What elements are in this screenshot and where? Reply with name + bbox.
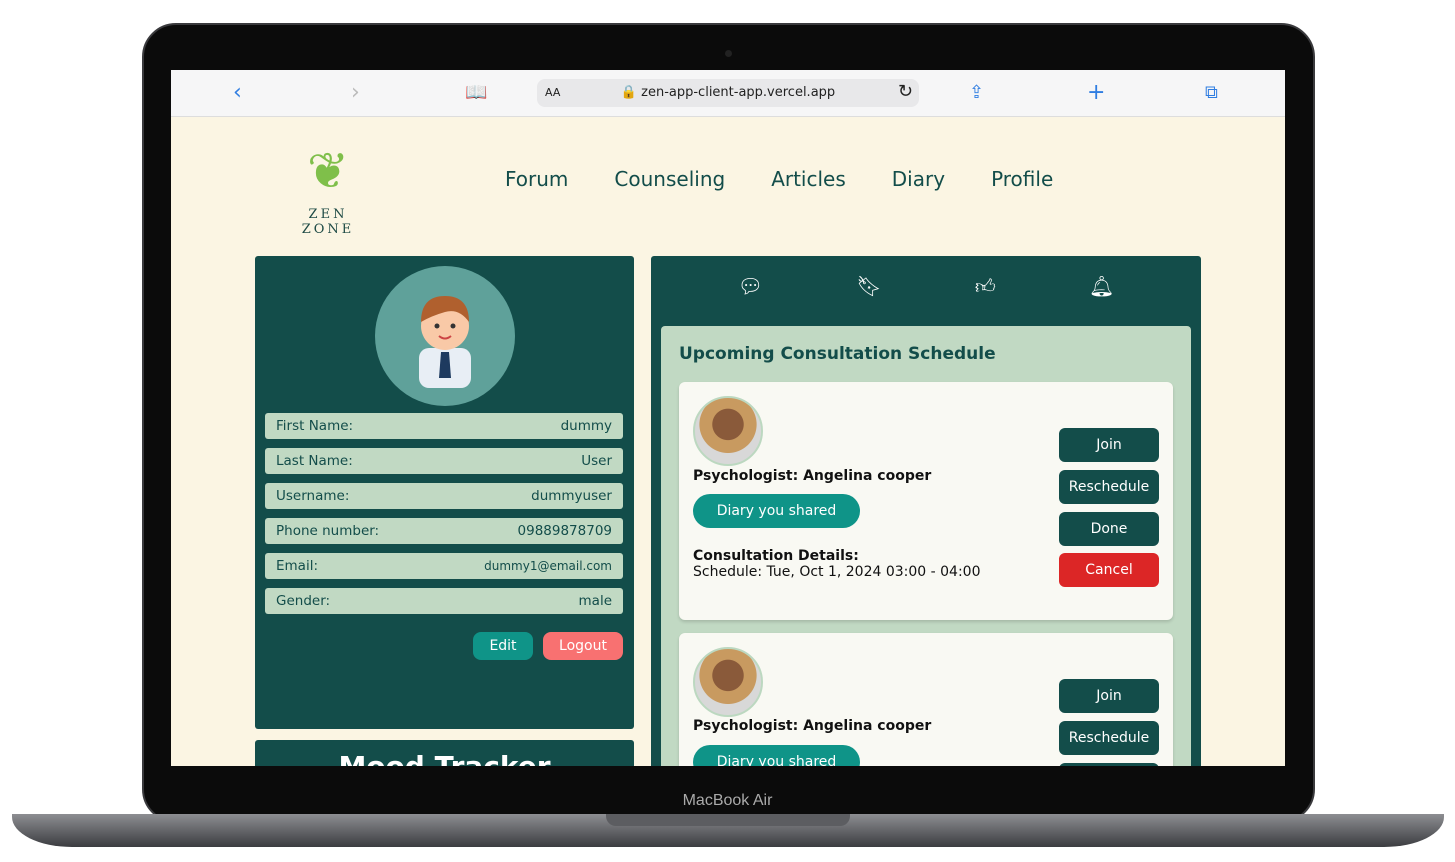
schedule-time: Schedule: Tue, Oct 1, 2024 03:00 - 04:00 bbox=[693, 564, 981, 580]
psychologist-photo bbox=[693, 647, 763, 717]
field-label: First Name: bbox=[276, 418, 354, 434]
field-gender: Gender: male bbox=[265, 588, 623, 614]
psychologist-name: Psychologist: Angelina cooper bbox=[693, 468, 932, 484]
field-label: Last Name: bbox=[276, 453, 353, 469]
field-first-name: First Name: dummy bbox=[265, 413, 623, 439]
cancel-button[interactable]: Cancel bbox=[1059, 553, 1159, 587]
bookmark-icon[interactable]: 🔖︎ bbox=[856, 274, 881, 299]
diary-shared-button[interactable]: Diary you shared bbox=[693, 494, 860, 528]
field-label: Phone number: bbox=[276, 523, 380, 539]
field-value: male bbox=[578, 593, 612, 609]
back-icon[interactable]: ‹ bbox=[233, 80, 242, 105]
reschedule-button[interactable]: Reschedule bbox=[1059, 470, 1159, 504]
field-value: User bbox=[581, 453, 612, 469]
consultation-card: Psychologist: Angelina cooper Diary you … bbox=[679, 633, 1173, 766]
logo[interactable]: ❦ ZEN ZONE bbox=[283, 135, 373, 237]
field-label: Email: bbox=[276, 558, 319, 574]
logout-button[interactable]: Logout bbox=[543, 632, 623, 660]
field-last-name: Last Name: User bbox=[265, 448, 623, 474]
lock-icon: 🔒 bbox=[620, 85, 637, 100]
address-bar[interactable]: AA 🔒 zen-app-client-app.vercel.app ↻ bbox=[537, 79, 919, 107]
device-label: MacBook Air bbox=[682, 792, 773, 809]
schedule-panel: Upcoming Consultation Schedule Psycholog… bbox=[661, 326, 1191, 766]
browser-toolbar: ‹ › 📖 AA 🔒 zen-app-client-app.vercel.app… bbox=[171, 70, 1285, 117]
share-icon[interactable]: ⇪ bbox=[969, 82, 984, 103]
url-text: zen-app-client-app.vercel.app bbox=[641, 85, 836, 100]
reschedule-button[interactable]: Reschedule bbox=[1059, 721, 1159, 755]
nav-forum[interactable]: Forum bbox=[505, 167, 568, 191]
profile-card: First Name: dummy Last Name: User Username… bbox=[255, 256, 634, 729]
diary-shared-button[interactable]: Diary you shared bbox=[693, 745, 860, 766]
consultation-card: Psychologist: Angelina cooper Diary you … bbox=[679, 382, 1173, 620]
nav-articles[interactable]: Articles bbox=[771, 167, 846, 191]
mood-tracker-title: Mood Tracker bbox=[255, 740, 634, 766]
bookmarks-icon[interactable]: 📖 bbox=[465, 82, 487, 103]
new-tab-icon[interactable]: + bbox=[1087, 80, 1105, 105]
join-button[interactable]: Join bbox=[1059, 428, 1159, 462]
schedule-title: Upcoming Consultation Schedule bbox=[679, 344, 996, 364]
screen: ‹ › 📖 AA 🔒 zen-app-client-app.vercel.app… bbox=[171, 70, 1285, 766]
thumbs-up-icon[interactable]: 👍︎ bbox=[975, 274, 996, 299]
psychologist-name: Psychologist: Angelina cooper bbox=[693, 718, 932, 734]
main-nav: Forum Counseling Articles Diary Profile bbox=[505, 167, 1053, 191]
chat-icon[interactable]: 💬︎ bbox=[738, 274, 763, 299]
camera bbox=[725, 50, 732, 57]
reload-icon[interactable]: ↻ bbox=[898, 81, 913, 102]
consultation-details: Consultation Details: Schedule: Tue, Oct … bbox=[693, 548, 981, 580]
field-label: Gender: bbox=[276, 593, 331, 609]
logo-leaf-icon: ❦ bbox=[307, 142, 349, 200]
field-value: dummy1@email.com bbox=[484, 559, 612, 573]
details-label: Consultation Details: bbox=[693, 548, 859, 564]
tabs-icon[interactable]: ⧉ bbox=[1205, 82, 1218, 103]
done-button[interactable]: Done bbox=[1059, 512, 1159, 546]
edit-button[interactable]: Edit bbox=[473, 632, 533, 660]
bell-icon[interactable]: 🔔︎ bbox=[1089, 274, 1114, 299]
field-value: 09889878709 bbox=[517, 523, 612, 539]
nav-diary[interactable]: Diary bbox=[892, 167, 945, 191]
field-phone: Phone number: 09889878709 bbox=[265, 518, 623, 544]
schedule-section: 💬︎ 🔖︎ 👍︎ 🔔︎ Upcoming Consultation Schedu… bbox=[651, 256, 1201, 766]
field-value: dummyuser bbox=[531, 488, 612, 504]
logo-text: ZEN ZONE bbox=[301, 207, 355, 237]
forward-icon[interactable]: › bbox=[351, 80, 360, 105]
field-username: Username: dummyuser bbox=[265, 483, 623, 509]
psychologist-photo bbox=[693, 396, 763, 466]
section-tabs: 💬︎ 🔖︎ 👍︎ 🔔︎ bbox=[651, 274, 1201, 299]
done-button[interactable]: Done bbox=[1059, 763, 1159, 766]
join-button[interactable]: Join bbox=[1059, 679, 1159, 713]
nav-counseling[interactable]: Counseling bbox=[614, 167, 725, 191]
laptop-notch bbox=[606, 814, 850, 826]
field-value: dummy bbox=[560, 418, 612, 434]
avatar bbox=[375, 266, 515, 406]
field-email: Email: dummy1@email.com bbox=[265, 553, 623, 579]
nav-profile[interactable]: Profile bbox=[991, 167, 1053, 191]
field-label: Username: bbox=[276, 488, 350, 504]
